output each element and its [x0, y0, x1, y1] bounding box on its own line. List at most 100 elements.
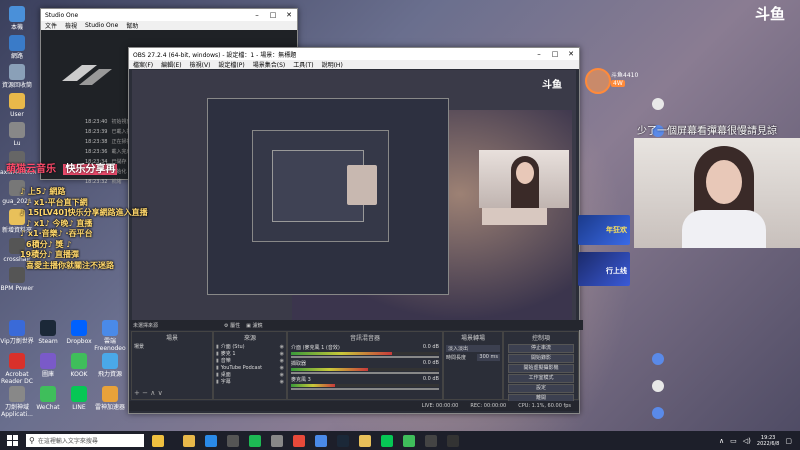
volume-slider[interactable] [291, 388, 439, 390]
store-icon[interactable] [227, 434, 239, 447]
start-button[interactable] [4, 433, 20, 449]
gift-icon[interactable] [652, 98, 664, 110]
desktop-icon[interactable]: User [0, 93, 34, 118]
circle-icon[interactable] [447, 434, 459, 447]
add-scene-button[interactable]: + [134, 389, 140, 397]
duration-input[interactable]: 300 ms [477, 354, 500, 361]
streamer-card[interactable]: 斗鱼4410 4W [585, 68, 665, 96]
desktop-icon[interactable]: Dropbox [62, 320, 96, 345]
steam-icon[interactable] [337, 434, 349, 447]
maximize-button[interactable]: □ [547, 50, 563, 58]
obs2-icon[interactable] [425, 434, 437, 447]
desktop-icon[interactable]: Vip刀劍世界 [0, 320, 34, 345]
obs-titlebar[interactable]: OBS 27.2.4 (64-bit, windows) - 設定檔：1 - 場… [129, 48, 579, 60]
gift-icon[interactable] [652, 353, 664, 365]
source-item[interactable]: ▮ 桌面 ◉ [214, 371, 286, 379]
volume-icon[interactable]: ◁) [743, 437, 751, 445]
visibility-eye-icon[interactable]: ◉ [280, 358, 284, 364]
desktop-icon[interactable]: 資源回收筒 [0, 64, 34, 89]
control-button[interactable]: 停止串流 [508, 344, 574, 353]
source-item[interactable]: ▮ 麥克 1 ◉ [214, 350, 286, 358]
minimize-button[interactable]: – [531, 50, 547, 58]
visibility-eye-icon[interactable]: ◉ [280, 344, 284, 350]
scene-up-button[interactable]: ∧ [150, 389, 155, 397]
event-banner-2[interactable]: 行上线 [578, 252, 630, 286]
desktop-icon[interactable]: KOOK [62, 353, 96, 378]
volume-meter-fill [291, 368, 368, 371]
menu-item[interactable]: 檔案(F) [133, 60, 153, 69]
close-button[interactable]: ✕ [563, 50, 579, 58]
menu-item[interactable]: 工具(T) [293, 60, 313, 69]
chrome-icon[interactable] [293, 434, 305, 447]
taskbar-search[interactable]: ⚲ 在這裡輸入文字來搜尋 [26, 434, 144, 447]
close-button[interactable]: ✕ [281, 11, 297, 19]
control-button[interactable]: 開始虛擬攝影機 [508, 364, 574, 373]
source-item[interactable]: ▮ YouTube Podcast ◉ [214, 364, 286, 371]
desktop-icon[interactable]: 刀劍神域 Applicati... [0, 386, 34, 418]
volume-slider[interactable] [291, 372, 439, 374]
source-name: 麥克 1 [220, 351, 236, 357]
control-button[interactable]: 開始錄影 [508, 354, 574, 363]
gift-icon[interactable] [652, 380, 664, 392]
menu-item[interactable]: 說明(H) [322, 60, 343, 69]
desktop-icon[interactable]: WeChat [31, 386, 65, 411]
menu-item[interactable]: 設定檔(P) [218, 60, 244, 69]
control-button[interactable]: 工作室模式 [508, 374, 574, 383]
control-button[interactable]: 設定 [508, 384, 574, 393]
menu-item[interactable]: 幫助 [126, 21, 138, 30]
properties-button[interactable]: ⚙ 屬性 [224, 322, 240, 329]
folder-icon[interactable] [183, 434, 195, 447]
menu-item[interactable]: 檢視(V) [190, 60, 211, 69]
obs-icon[interactable] [271, 434, 283, 447]
clock[interactable]: 19:23 2022/6/8 [757, 435, 779, 447]
menu-item[interactable]: 場景集合(S) [253, 60, 286, 69]
source-item[interactable]: ▮ 介面 (Stu) ◉ [214, 343, 286, 351]
desktop-icon[interactable]: Lu [0, 122, 34, 147]
desktop-icon[interactable]: BPM Power [0, 267, 34, 292]
banner-text: 年狂欢 [606, 226, 627, 234]
menu-item[interactable]: Studio One [85, 22, 118, 29]
visibility-eye-icon[interactable]: ◉ [280, 372, 284, 378]
gift-icon[interactable] [652, 407, 664, 419]
visibility-eye-icon[interactable]: ◉ [280, 351, 284, 357]
minimize-button[interactable]: – [249, 11, 265, 19]
desktop-icon[interactable]: Acrobat Reader DC [0, 353, 34, 385]
event-banner-1[interactable]: 年狂欢 [578, 215, 630, 245]
desktop-icon[interactable]: 圖庫 [31, 353, 65, 378]
tray-up-icon[interactable]: ∧ [719, 437, 724, 445]
desktop-icon[interactable]: 飛力資源 [93, 353, 127, 378]
cortana-icon[interactable] [152, 434, 164, 447]
desktop-icon-label: LINE [72, 404, 86, 411]
scene-down-button[interactable]: ∨ [158, 389, 163, 397]
obs-window[interactable]: OBS 27.2.4 (64-bit, windows) - 設定檔：1 - 場… [128, 47, 583, 414]
desktop-icon[interactable]: 雲端 Freenodeo [93, 320, 127, 352]
studio-one-titlebar[interactable]: Studio One – □ ✕ [41, 9, 297, 21]
desktop-icon[interactable]: Steam [31, 320, 65, 345]
green-icon[interactable] [403, 434, 415, 447]
desktop-icon[interactable]: 本機 [0, 6, 34, 31]
remove-scene-button[interactable]: − [142, 389, 148, 397]
volume-slider[interactable] [291, 356, 439, 358]
edge-icon[interactable] [205, 434, 217, 447]
desktop-icon[interactable]: LINE [62, 386, 96, 411]
scene-item[interactable]: 場景 [132, 343, 212, 350]
source-item[interactable]: ▮ 字幕 ◉ [214, 378, 286, 386]
mail-icon[interactable] [315, 434, 327, 447]
line-icon[interactable] [381, 434, 393, 447]
notification-icon[interactable]: ▢ [785, 437, 792, 445]
menu-item[interactable]: 檢視 [65, 21, 77, 30]
desktop-icon[interactable]: 網路 [0, 35, 34, 60]
network-icon[interactable]: ▭ [730, 437, 737, 445]
visibility-eye-icon[interactable]: ◉ [280, 365, 284, 371]
transition-select[interactable]: 淡入淡出 [446, 345, 500, 352]
filters-button[interactable]: ▣ 濾鏡 [246, 322, 262, 329]
menu-item[interactable]: 文件 [45, 21, 57, 30]
desktop-icon[interactable]: 雷神加速器 [93, 386, 127, 411]
spotify-icon[interactable] [249, 434, 261, 447]
maximize-button[interactable]: □ [265, 11, 281, 19]
source-item[interactable]: ▮ 音樂 ◉ [214, 357, 286, 365]
visibility-eye-icon[interactable]: ◉ [280, 379, 284, 385]
app-icon [40, 353, 56, 369]
menu-item[interactable]: 編輯(E) [161, 60, 181, 69]
explorer-icon[interactable] [359, 434, 371, 447]
